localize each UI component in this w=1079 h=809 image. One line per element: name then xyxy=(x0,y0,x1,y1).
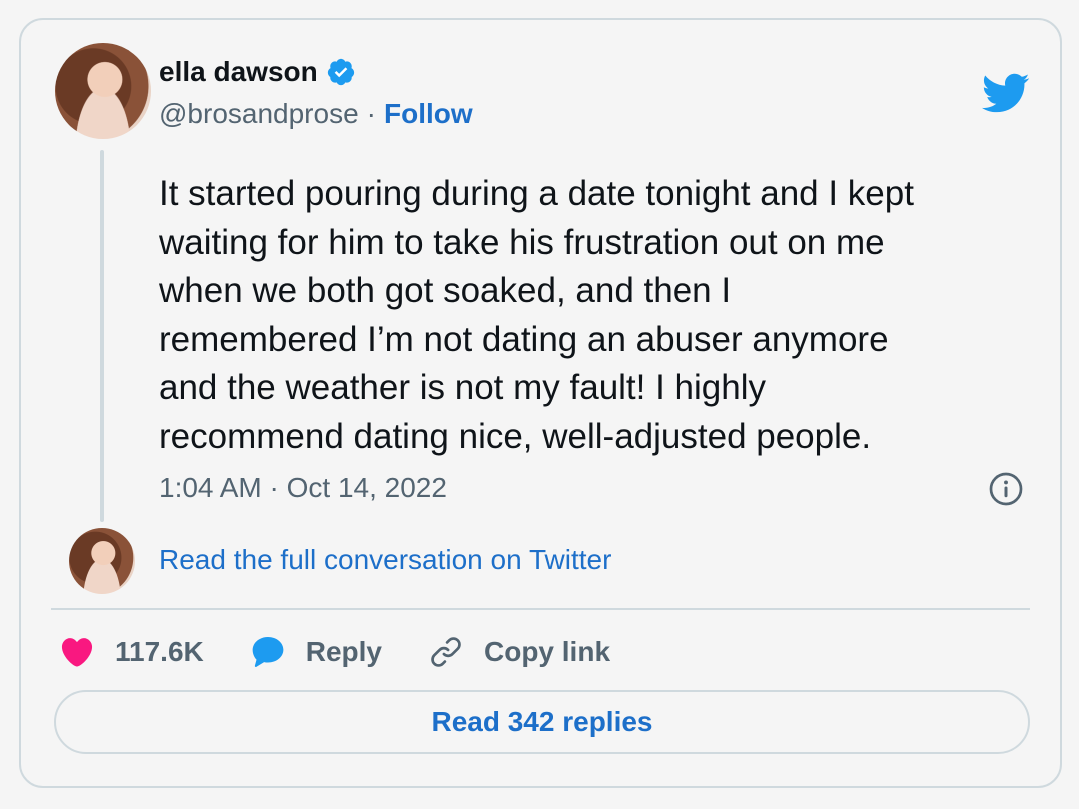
verified-badge-icon xyxy=(327,58,354,86)
read-replies-button[interactable]: Read 342 replies xyxy=(54,690,1030,754)
author-name[interactable]: ella dawson xyxy=(159,56,318,88)
copy-link-label: Copy link xyxy=(484,636,611,667)
tweet-embed-card: ella dawson @brosandprose · Follow It st… xyxy=(19,18,1062,788)
tweet-text: It started pouring during a date tonight… xyxy=(159,174,914,456)
author-avatar[interactable] xyxy=(55,43,151,139)
divider xyxy=(51,608,1030,610)
read-conversation-link[interactable]: Read the full conversation on Twitter xyxy=(159,544,611,576)
reply-label: Reply xyxy=(305,636,382,667)
author-handle[interactable]: @brosandprose xyxy=(159,98,359,130)
like-count: 117.6K xyxy=(115,636,204,667)
conversation-avatar[interactable] xyxy=(69,528,135,594)
copy-link-button[interactable]: Copy link xyxy=(428,634,610,670)
info-icon[interactable] xyxy=(988,471,1024,507)
speech-bubble-icon xyxy=(252,637,284,667)
heart-icon xyxy=(61,638,93,667)
like-button[interactable]: 117.6K xyxy=(59,634,204,670)
link-icon xyxy=(431,637,461,667)
separator-dot: · xyxy=(366,98,376,129)
twitter-bird-icon[interactable] xyxy=(980,72,1030,114)
author-name-row: ella dawson xyxy=(159,56,356,88)
action-bar: 117.6K Reply Copy link xyxy=(59,632,656,672)
follow-button[interactable]: Follow xyxy=(384,98,473,130)
thread-line xyxy=(100,150,104,522)
author-handle-row: @brosandprose · Follow xyxy=(159,98,473,130)
tweet-timestamp[interactable]: 1:04 AM · Oct 14, 2022 xyxy=(159,472,447,504)
reply-button[interactable]: Reply xyxy=(250,634,382,670)
